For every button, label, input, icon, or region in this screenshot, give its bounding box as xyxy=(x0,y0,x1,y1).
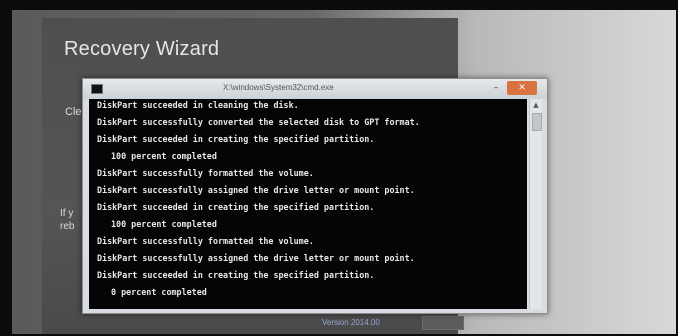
console-line: DiskPart successfully converted the sele… xyxy=(97,117,420,127)
wizard-title: Recovery Wizard xyxy=(64,38,220,60)
console-line: DiskPart successfully assigned the drive… xyxy=(97,185,415,195)
console-line: 100 percent completed xyxy=(111,219,217,229)
console-line: 100 percent completed xyxy=(111,151,217,161)
console-output[interactable]: DiskPart succeeded in cleaning the disk.… xyxy=(89,99,527,309)
vertical-scrollbar[interactable]: ▲ xyxy=(529,99,542,309)
console-line: DiskPart succeeded in creating the speci… xyxy=(97,134,375,144)
scroll-thumb[interactable] xyxy=(532,113,542,131)
wizard-version-label: Version 2014.00 xyxy=(322,318,380,327)
console-line: DiskPart succeeded in creating the speci… xyxy=(97,270,375,280)
cmd-window[interactable]: X:\windows\System32\cmd.exe – ✕ DiskPart… xyxy=(82,78,548,314)
wizard-text-fragment: Cle xyxy=(65,106,82,118)
cmd-titlebar[interactable]: X:\windows\System32\cmd.exe – ✕ xyxy=(83,79,547,99)
wizard-text-fragment: If y xyxy=(60,208,74,219)
cmd-window-title: X:\windows\System32\cmd.exe xyxy=(223,83,334,92)
scroll-up-arrow-icon[interactable]: ▲ xyxy=(530,99,542,111)
wizard-text-fragment: reb xyxy=(60,221,75,232)
console-line: DiskPart successfully assigned the drive… xyxy=(97,253,415,263)
console-line: DiskPart successfully formatted the volu… xyxy=(97,168,314,178)
wizard-next-button[interactable] xyxy=(422,316,464,330)
console-line: DiskPart succeeded in cleaning the disk. xyxy=(97,100,299,110)
monitor-screen: Recovery Wizard Cle If y reb Version 201… xyxy=(12,10,676,334)
console-line: DiskPart successfully formatted the volu… xyxy=(97,236,314,246)
console-line: DiskPart succeeded in creating the speci… xyxy=(97,202,375,212)
minimize-button[interactable]: – xyxy=(487,81,505,95)
console-line: 0 percent completed xyxy=(111,287,207,297)
close-button[interactable]: ✕ xyxy=(507,81,537,95)
cmd-app-icon xyxy=(91,84,103,94)
